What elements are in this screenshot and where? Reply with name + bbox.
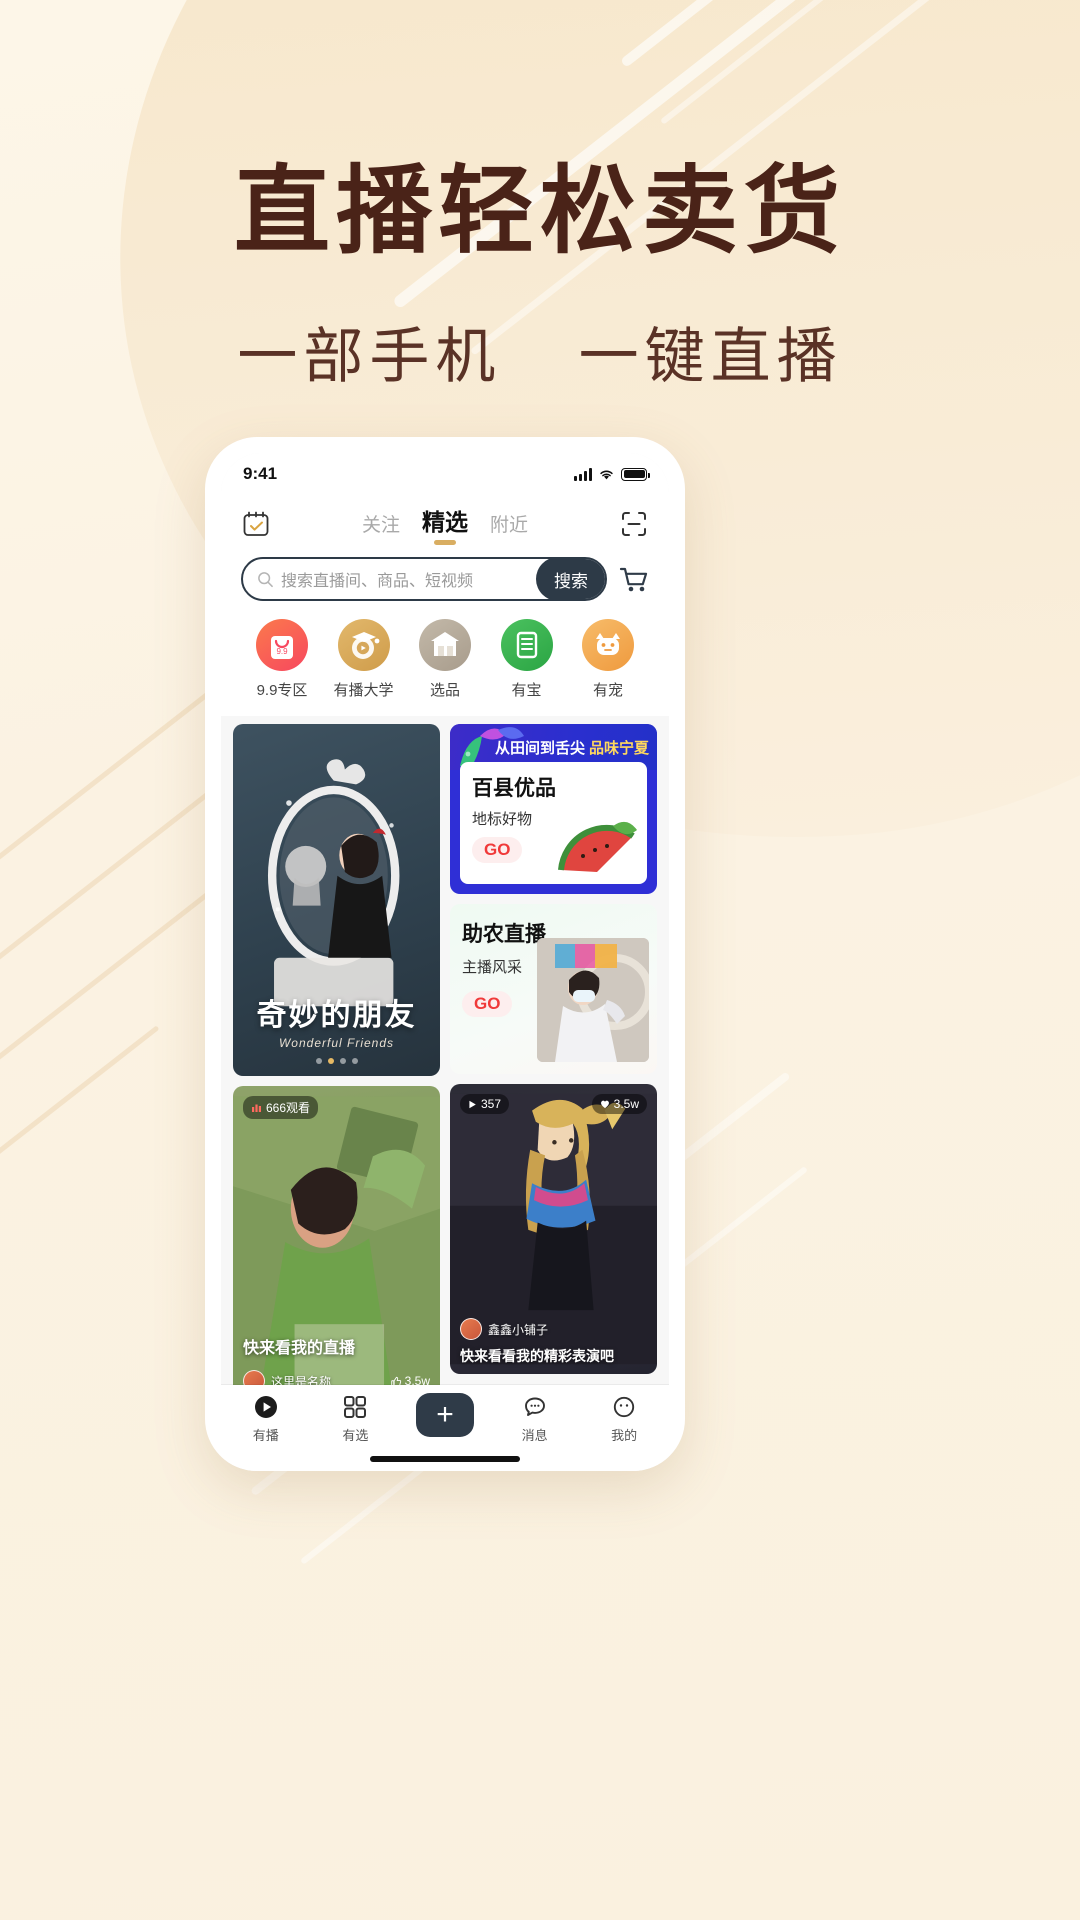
feed-column-left: 奇妙的朋友 Wonderful Friends 666观看 快来看我的直播 这里… (233, 724, 440, 1402)
promo-county-banner-highlight: 品味宁夏 (588, 739, 649, 757)
carousel-dot[interactable] (351, 1058, 358, 1064)
card-live-stream-left[interactable]: 666观看 快来看我的直播 这里是名称 3.5w (233, 1086, 440, 1402)
scan-icon[interactable] (619, 509, 649, 539)
live-right-shop[interactable]: 鑫鑫小铺子 (460, 1318, 647, 1340)
search-input[interactable]: 搜索直播间、商品、短视频 搜索 (241, 557, 607, 601)
play-count-label: 357 (481, 1097, 502, 1111)
search-icon (258, 571, 273, 587)
chart-bars-icon (252, 1104, 261, 1112)
viewer-count-label: 666观看 (266, 1101, 311, 1115)
card-promo-farm[interactable]: 助农直播 主播风采 GO (450, 904, 657, 1074)
wifi-icon (600, 470, 613, 479)
shopping-cart-icon[interactable] (617, 562, 651, 596)
tab-nearby[interactable]: 附近 (490, 510, 528, 545)
search-button[interactable]: 搜索 (536, 559, 605, 599)
status-bar: 9:41 (221, 453, 669, 495)
promo-farm-photo (537, 938, 649, 1062)
phone-mockup: 9:41 关注 精选 附近 搜索直播间、商品、短视频 搜索 9.9 9.9专区 … (205, 437, 685, 1471)
battery-icon (621, 467, 650, 481)
tabbar-item-create[interactable]: + (406, 1393, 484, 1437)
tabbar-label: 有播 (252, 1428, 279, 1443)
category-item-university[interactable]: 有播大学 (327, 619, 401, 700)
home-indicator (370, 1456, 520, 1462)
plus-icon[interactable]: + (415, 1393, 474, 1437)
top-navigation: 关注 精选 附近 (221, 495, 669, 557)
shopping-bag-icon: 9.9 (256, 619, 308, 671)
calendar-icon[interactable] (241, 509, 271, 539)
like-count-badge: 3.5w (591, 1094, 647, 1114)
feed-column-right: 从田间到舌尖 品味宁夏 百县优品 地标好物 GO 助农直播 主播风采 GO 35… (450, 724, 657, 1402)
feed-tabs: 关注 精选 附近 (271, 503, 619, 545)
tabbar-item-messages[interactable]: 消息 (496, 1393, 574, 1444)
carousel-dots[interactable] (233, 1058, 440, 1064)
profile-icon (585, 1393, 663, 1421)
svg-text:9.9: 9.9 (276, 647, 288, 656)
grid-icon (316, 1393, 394, 1421)
category-item-selection[interactable]: 选品 (408, 619, 482, 700)
category-item-treasure[interactable]: 有宝 (490, 619, 564, 700)
tabbar-item-live[interactable]: 有播 (227, 1393, 305, 1444)
carousel-dot[interactable] (315, 1058, 322, 1064)
category-shortcuts: 9.9 9.9专区 有播大学 选品 有宝 有宠 (221, 615, 669, 716)
search-placeholder: 搜索直播间、商品、短视频 (281, 573, 474, 590)
mirror-card-title: 奇妙的朋友 (256, 999, 417, 1032)
pet-icon (582, 619, 634, 671)
signal-bars-icon (574, 467, 592, 481)
tab-follow[interactable]: 关注 (362, 510, 400, 545)
promo-farm-cta[interactable]: GO (462, 991, 513, 1017)
tab-follow-label: 关注 (361, 515, 400, 536)
tabbar-item-profile[interactable]: 我的 (585, 1393, 663, 1444)
carousel-dot-active[interactable] (327, 1058, 334, 1064)
message-icon (496, 1393, 574, 1421)
like-count-label: 3.5w (613, 1097, 639, 1111)
category-item-99zone[interactable]: 9.9 9.9专区 (245, 619, 319, 700)
mirror-card-subtitle: Wonderful Friends (278, 1036, 395, 1050)
promo-county-cta[interactable]: GO (472, 837, 523, 863)
live-right-footer: 鑫鑫小铺子 快来看看我的精彩表演吧 (460, 1318, 647, 1366)
tabbar-label: 有选 (342, 1428, 369, 1443)
heart-icon (600, 1100, 609, 1109)
phone-screen: 9:41 关注 精选 附近 搜索直播间、商品、短视频 搜索 9.9 9.9专区 … (221, 453, 669, 1471)
storefront-icon (419, 619, 471, 671)
card-live-stream-right[interactable]: 357 3.5w 鑫鑫小铺子 快来看看我的精彩表演吧 (450, 1084, 657, 1374)
category-label: 选品 (429, 682, 460, 699)
promo-county-body: 百县优品 地标好物 GO (460, 762, 647, 884)
content-feed: 奇妙的朋友 Wonderful Friends 666观看 快来看我的直播 这里… (221, 716, 669, 1402)
card-promo-county[interactable]: 从田间到舌尖 品味宁夏 百县优品 地标好物 GO (450, 724, 657, 894)
subtitle-part-2: 一键直播 (578, 322, 843, 390)
category-label: 有宝 (511, 682, 542, 699)
status-bar-indicators (574, 467, 650, 481)
search-row: 搜索直播间、商品、短视频 搜索 (221, 557, 669, 615)
tabbar-label: 我的 (611, 1428, 638, 1443)
treasure-icon (500, 619, 553, 671)
promo-county-title: 百县优品 (472, 777, 556, 800)
play-circle-icon (227, 1393, 305, 1421)
play-count-badge: 357 (460, 1094, 510, 1114)
tab-featured-label: 精选 (422, 509, 468, 535)
live-right-shop-name: 鑫鑫小铺子 (488, 1322, 549, 1337)
live-right-caption: 快来看看我的精彩表演吧 (460, 1348, 614, 1364)
card-mirror-show[interactable]: 奇妙的朋友 Wonderful Friends (233, 724, 440, 1076)
status-bar-time: 9:41 (243, 464, 278, 483)
promo-headline-block: 直播轻松卖货 一部手机 一键直播 (0, 0, 1080, 395)
subtitle-part-1: 一部手机 (237, 322, 502, 390)
category-label: 9.9专区 (256, 682, 308, 699)
category-label: 有播大学 (333, 682, 394, 699)
graduation-play-icon (337, 619, 390, 671)
live-left-caption: 快来看我的直播 (243, 1340, 356, 1357)
play-icon (469, 1100, 476, 1108)
carousel-dot[interactable] (339, 1058, 346, 1064)
tab-active-underline (434, 540, 456, 545)
tabbar-item-select[interactable]: 有选 (316, 1393, 394, 1444)
watermelon-icon (558, 821, 637, 872)
tab-nearby-label: 附近 (490, 515, 529, 536)
viewer-count-badge: 666观看 (243, 1096, 319, 1119)
category-item-pets[interactable]: 有宠 (571, 619, 645, 700)
page-subtitle: 一部手机 一键直播 (0, 308, 1080, 395)
avatar[interactable] (460, 1318, 482, 1340)
tabbar-label: 消息 (521, 1428, 548, 1443)
tab-featured[interactable]: 精选 (422, 503, 468, 545)
page-title: 直播轻松卖货 (234, 158, 846, 265)
category-label: 有宠 (592, 682, 623, 699)
